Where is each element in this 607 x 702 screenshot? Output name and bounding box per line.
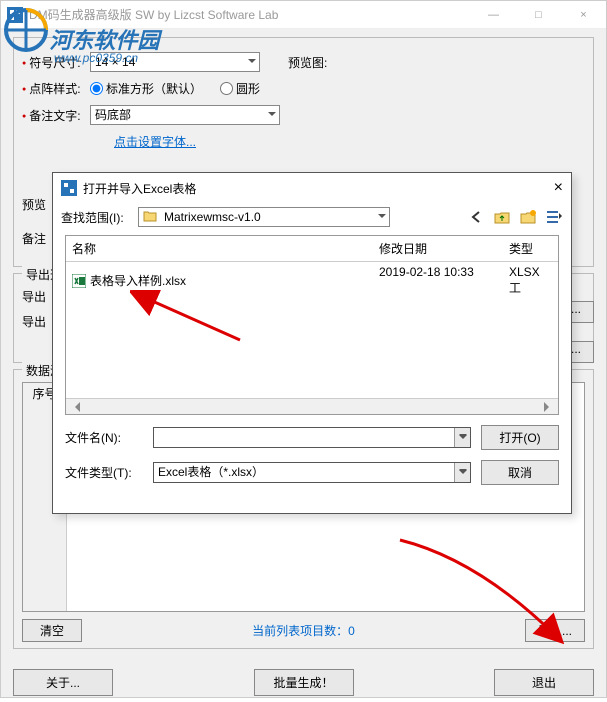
preview2-label: 预览	[22, 196, 46, 213]
filetype-select[interactable]: Excel表格（*.xlsx）	[153, 462, 471, 483]
look-in-label: 查找范围(I):	[61, 209, 124, 226]
note-text-label: 备注文字:	[22, 107, 90, 124]
minimize-button[interactable]: —	[471, 1, 516, 29]
watermark-logo: 河东软件园 www.pc0359.cn	[2, 6, 159, 65]
side-button-1[interactable]: ...	[570, 301, 594, 323]
file-date: 2019-02-18 10:33	[373, 262, 503, 299]
file-list[interactable]: 名称 修改日期 类型 表格导入样例.xlsx 2019-02-18 10:33 …	[65, 235, 559, 415]
clear-button[interactable]: 清空	[22, 619, 82, 642]
pattern-radio-circle[interactable]: 圆形	[220, 80, 260, 97]
xlsx-icon	[72, 274, 86, 288]
view-menu-icon[interactable]	[545, 208, 563, 226]
export-row-2: 导出	[22, 313, 46, 330]
logo-text: 河东软件园	[49, 28, 159, 53]
filetype-label: 文件类型(T):	[65, 464, 143, 481]
pattern-label: 点阵样式:	[22, 80, 90, 97]
side-button-2[interactable]: ...	[570, 341, 594, 363]
up-folder-icon[interactable]	[493, 208, 511, 226]
look-in-select[interactable]: Matrixewmsc-v1.0	[138, 207, 390, 227]
file-list-header: 名称 修改日期 类型	[66, 236, 558, 262]
about-button[interactable]: 关于...	[13, 669, 113, 696]
export-row-1: 导出	[22, 288, 46, 305]
dialog-close-button[interactable]: ×	[554, 179, 563, 197]
filename-label: 文件名(N):	[65, 429, 143, 446]
cancel-button[interactable]: 取消	[481, 460, 559, 485]
import-button[interactable]: 导入...	[525, 619, 585, 642]
dialog-icon	[61, 180, 77, 196]
horizontal-scrollbar[interactable]	[66, 398, 558, 414]
back-icon[interactable]	[467, 208, 485, 226]
maximize-button[interactable]: □	[516, 1, 561, 29]
col-name-header[interactable]: 名称	[66, 236, 373, 261]
col-type-header[interactable]: 类型	[503, 236, 558, 261]
preview-label: 预览图:	[288, 54, 327, 71]
logo-url: www.pc0359.cn	[54, 51, 159, 65]
open-button[interactable]: 打开(O)	[481, 425, 559, 450]
file-name: 表格导入样例.xlsx	[90, 272, 186, 289]
file-open-dialog: 打开并导入Excel表格 × 查找范围(I): Matrixewmsc-v1.0…	[52, 172, 572, 514]
batch-generate-button[interactable]: 批量生成！	[254, 669, 354, 696]
filename-input[interactable]	[153, 427, 471, 448]
folder-icon	[143, 209, 157, 223]
new-folder-icon[interactable]	[519, 208, 537, 226]
dialog-title: 打开并导入Excel表格	[83, 180, 554, 197]
file-type: XLSX 工	[503, 262, 558, 299]
list-count-status: 当前列表项目数：0	[252, 622, 355, 639]
note-position-select[interactable]: 码底部	[90, 105, 280, 125]
close-window-button[interactable]: ×	[561, 1, 606, 29]
exit-button[interactable]: 退出	[494, 669, 594, 696]
font-settings-link[interactable]: 点击设置字体...	[114, 133, 196, 150]
col-date-header[interactable]: 修改日期	[373, 236, 503, 261]
file-row[interactable]: 表格导入样例.xlsx 2019-02-18 10:33 XLSX 工	[66, 262, 558, 299]
note2-label: 备注	[22, 230, 46, 247]
pattern-radio-square[interactable]: 标准方形（默认）	[90, 80, 202, 97]
